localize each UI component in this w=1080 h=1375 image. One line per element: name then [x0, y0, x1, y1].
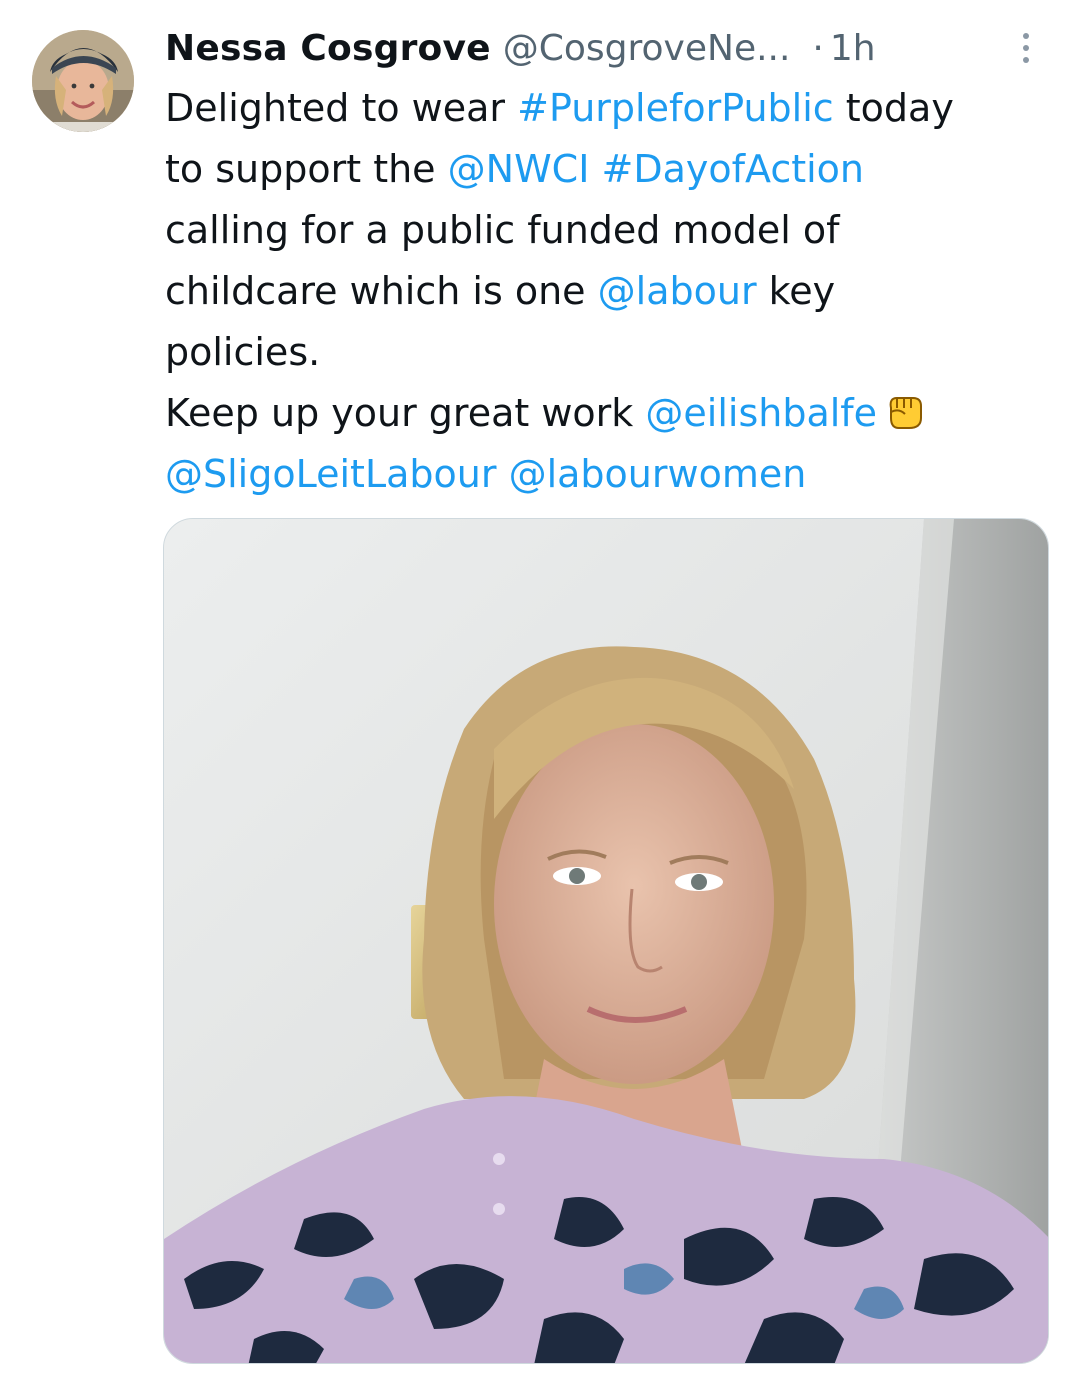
- tweet-text-segment: [496, 452, 508, 496]
- tweet-text-line: childcare which is one @labour key: [165, 261, 1045, 322]
- tweet-text-segment: childcare which is one: [165, 269, 598, 313]
- mention-link[interactable]: @labourwomen: [509, 452, 807, 496]
- attached-photo-icon: [164, 519, 1048, 1363]
- tweet-text-segment: Keep up your great work: [165, 391, 646, 435]
- tweet-text-line: Keep up your great work @eilishbalfe: [165, 383, 1045, 444]
- mention-link[interactable]: @eilishbalfe: [645, 391, 877, 435]
- user-handle[interactable]: @CosgroveNe...: [503, 24, 791, 74]
- tweet-text-line: calling for a public funded model of: [165, 200, 1045, 261]
- tweet-text-segment: calling for a public funded model of: [165, 208, 840, 252]
- tweet[interactable]: Nessa Cosgrove @CosgroveNe... · 1h Delig…: [0, 0, 1080, 1375]
- tweet-text-segment: key: [756, 269, 836, 313]
- tweet-photo[interactable]: [163, 518, 1049, 1364]
- tweet-text-segment: Delighted to wear: [165, 86, 518, 130]
- timestamp[interactable]: 1h: [830, 24, 876, 74]
- hashtag-link[interactable]: #PurpleforPublic: [517, 86, 834, 130]
- tweet-header: Nessa Cosgrove @CosgroveNe... · 1h: [165, 24, 985, 74]
- tweet-text-line: policies.: [165, 322, 1045, 383]
- tweet-text: Delighted to wear #PurpleforPublic today…: [165, 78, 1045, 505]
- tweet-text-line: @SligoLeitLabour @labourwomen: [165, 444, 1045, 505]
- more-options-icon: [1023, 57, 1029, 63]
- mention-link[interactable]: @SligoLeitLabour: [165, 452, 496, 496]
- mention-link[interactable]: @NWCI: [448, 147, 590, 191]
- more-options-icon: [1023, 45, 1029, 51]
- tweet-text-segment: to support the: [165, 147, 448, 191]
- tweet-text-segment: today: [833, 86, 954, 130]
- raised-fist-emoji-icon: [883, 387, 925, 448]
- tweet-text-line: Delighted to wear #PurpleforPublic today: [165, 78, 1045, 139]
- avatar[interactable]: [32, 30, 134, 132]
- hashtag-link[interactable]: #DayofAction: [602, 147, 865, 191]
- more-options-icon: [1023, 33, 1029, 39]
- mention-link[interactable]: @labour: [598, 269, 757, 313]
- separator-dot: ·: [812, 28, 824, 69]
- more-options-button[interactable]: [1006, 26, 1046, 70]
- display-name[interactable]: Nessa Cosgrove: [165, 24, 491, 74]
- tweet-text-segment: policies.: [165, 330, 321, 374]
- tweet-text-segment: [589, 147, 601, 191]
- tweet-text-line: to support the @NWCI #DayofAction: [165, 139, 1045, 200]
- profile-photo-icon: [32, 30, 134, 132]
